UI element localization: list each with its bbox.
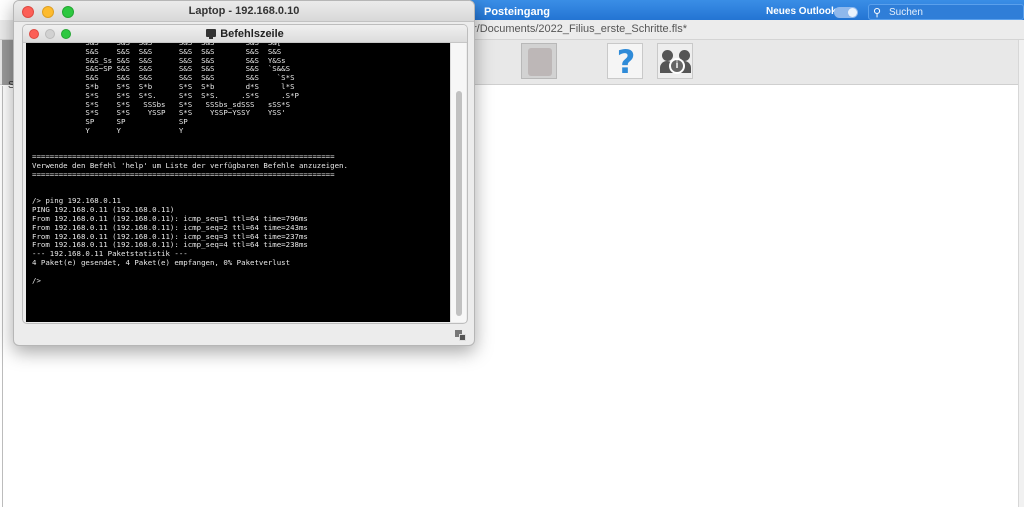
terminal-line: ========================================… [32,169,335,179]
search-placeholder: Suchen [889,7,923,18]
document-tool-button[interactable] [521,43,557,79]
command-line-window: Befehlszeile S&S S&S S&S S&S S&S S&S S&[… [22,24,468,324]
terminal-scroll-thumb[interactable] [456,91,462,316]
laptop-window: Laptop - 192.168.0.10 Befehlszeile S&S S… [13,0,475,346]
laptop-window-title: Laptop - 192.168.0.10 [188,5,300,17]
filius-file-path: r/Documents/2022_Filius_erste_Schritte.f… [473,23,687,35]
command-line-title-text: Befehlszeile [220,28,284,40]
document-icon [528,48,552,76]
laptop-titlebar[interactable]: Laptop - 192.168.0.10 [14,1,474,22]
command-line-title: Befehlszeile [23,28,467,40]
terminal-line: /> [32,275,41,285]
terminal-line: 4 Paket(e) gesendet, 4 Paket(e) empfange… [32,257,291,267]
info-users-button[interactable]: i [657,43,693,79]
monitor-icon [206,29,217,39]
resize-square-front [459,334,466,341]
terminal-text: S&S S&S S&S S&S S&S S&S S&[ S&S S&S S&S … [32,43,450,285]
new-outlook-label: Neues Outlook [766,6,837,17]
question-mark-icon: ? [616,43,636,81]
command-line-titlebar[interactable]: Befehlszeile [23,25,467,43]
outlook-title: Posteingang [484,6,551,18]
filius-scrollbar[interactable] [1018,40,1024,507]
outlook-search-input[interactable]: ⚲ Suchen [868,4,1024,20]
help-button[interactable]: ? [607,43,643,81]
terminal-scrollbar[interactable] [450,43,466,322]
info-icon: i [669,58,685,74]
terminal-output[interactable]: S&S S&S S&S S&S S&S S&S S&[ S&S S&S S&S … [26,43,450,322]
new-outlook-toggle[interactable] [834,7,858,18]
resize-handle-icon[interactable] [455,330,467,342]
search-icon: ⚲ [873,7,882,19]
terminal-line: Y Y Y [32,125,184,135]
